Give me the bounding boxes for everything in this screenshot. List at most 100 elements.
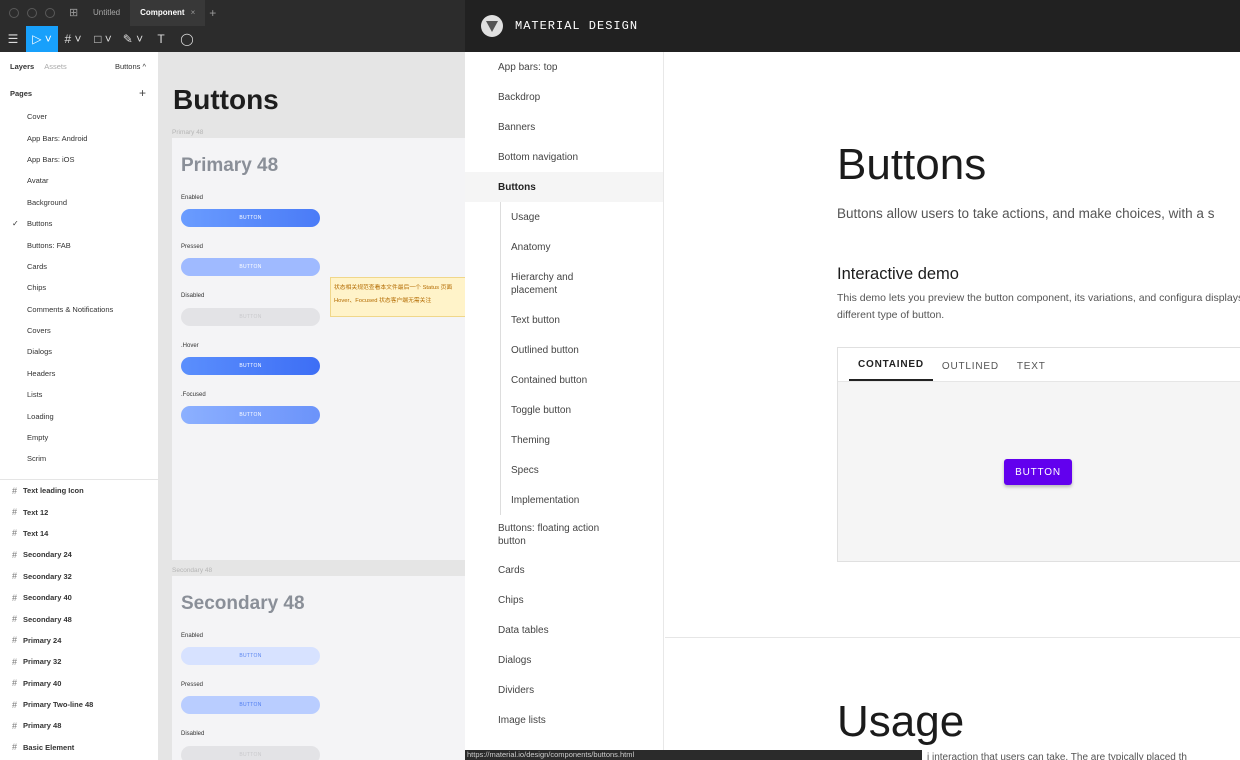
demo-contained-button[interactable]: BUTTON	[1004, 459, 1072, 485]
frame-icon: #	[12, 678, 18, 689]
tab-text[interactable]: TEXT	[1008, 347, 1055, 381]
tab-assets[interactable]: Assets	[44, 62, 67, 71]
frame-item[interactable]: # Secondary 24	[0, 544, 158, 565]
frame-item[interactable]: # Primary 24	[0, 630, 158, 651]
close-icon[interactable]: ×	[191, 8, 196, 17]
frame-label: Secondary 40	[23, 593, 72, 603]
button-enabled[interactable]: BUTTON	[181, 209, 320, 227]
page-item-loading[interactable]: Loading	[0, 405, 158, 426]
page-label: App Bars: iOS	[27, 154, 75, 164]
frame-item[interactable]: # Primary Two-line 48	[0, 694, 158, 715]
page-item-lists[interactable]: Lists	[0, 384, 158, 405]
secondary-48-frame[interactable]: Secondary 48 Enabled BUTTON Pressed BUTT…	[172, 576, 465, 760]
page-item-cover[interactable]: Cover	[0, 106, 158, 127]
nav-sub-contained-button[interactable]: Contained button	[511, 365, 663, 395]
page-item-chips[interactable]: Chips	[0, 277, 158, 298]
nav-item-banners[interactable]: Banners	[465, 112, 663, 142]
frame-name-label[interactable]: Secondary 48	[172, 567, 212, 574]
window-minimize-control[interactable]	[27, 8, 37, 18]
note-line: Hover、Focused 状态客户端无需关注	[334, 297, 432, 304]
page-item-buttons-fab[interactable]: Buttons: FAB	[0, 234, 158, 255]
figma-canvas[interactable]: Buttons Primary 48 Primary 48 Enabled BU…	[159, 52, 465, 760]
page-item-covers[interactable]: Covers	[0, 320, 158, 341]
page-item-app-bars-android[interactable]: App Bars: Android	[0, 127, 158, 148]
window-zoom-control[interactable]	[45, 8, 55, 18]
move-tool-icon[interactable]: ▷ ˅	[26, 26, 58, 52]
frame-item[interactable]: # Secondary 40	[0, 587, 158, 608]
nav-item-image-lists[interactable]: Image lists	[465, 705, 663, 735]
page-label: Headers	[27, 368, 56, 378]
primary-48-frame[interactable]: Primary 48 Enabled BUTTON Pressed BUTTON…	[172, 138, 465, 560]
frame-tool-icon[interactable]: # ˅	[58, 26, 88, 52]
nav-item-dialogs[interactable]: Dialogs	[465, 645, 663, 675]
window-close-control[interactable]	[9, 8, 19, 18]
nav-item-chips[interactable]: Chips	[465, 585, 663, 615]
figma-toolbar: ☰ ▷ ˅ # ˅ □ ˅ ✎ ˅ T ◯	[0, 26, 465, 52]
pen-tool-icon[interactable]: ✎ ˅	[118, 26, 148, 52]
frame-item[interactable]: # Primary 48	[0, 715, 158, 736]
nav-item-data-tables[interactable]: Data tables	[465, 615, 663, 645]
frame-item[interactable]: # Primary 40	[0, 673, 158, 694]
shape-tool-icon[interactable]: □ ˅	[88, 26, 118, 52]
annotation-note[interactable]: 状态相关规范查看本文件最后一个 Status 页面 Hover、Focused …	[330, 277, 465, 317]
page-item-cards[interactable]: Cards	[0, 256, 158, 277]
frame-item[interactable]: # Basic Element	[0, 737, 158, 758]
nav-sub-text-button[interactable]: Text button	[511, 305, 663, 335]
button-disabled[interactable]: BUTTON	[181, 308, 320, 326]
nav-sub-implementation[interactable]: Implementation	[511, 485, 663, 515]
tab-contained[interactable]: CONTAINED	[849, 347, 933, 381]
nav-sub-toggle-button[interactable]: Toggle button	[511, 395, 663, 425]
page-item-headers[interactable]: Headers	[0, 363, 158, 384]
frame-item[interactable]: # Primary 32	[0, 651, 158, 672]
page-label: Avatar	[27, 176, 49, 186]
nav-item-bottom-navigation[interactable]: Bottom navigation	[465, 142, 663, 172]
button-enabled[interactable]: BUTTON	[181, 647, 320, 665]
page-item-empty[interactable]: Empty	[0, 427, 158, 448]
frame-name-label[interactable]: Primary 48	[172, 129, 203, 136]
page-item-comments[interactable]: Comments & Notifications	[0, 299, 158, 320]
button-hover[interactable]: BUTTON	[181, 357, 320, 375]
button-pressed[interactable]: BUTTON	[181, 258, 320, 276]
page-selector[interactable]: Buttons ^	[115, 62, 146, 71]
button-pressed[interactable]: BUTTON	[181, 696, 320, 714]
material-logo-icon[interactable]	[481, 15, 503, 37]
menu-icon[interactable]: ☰	[0, 26, 26, 52]
brand-title[interactable]: MATERIAL DESIGN	[515, 19, 638, 33]
frame-label: Primary Two-line 48	[23, 700, 94, 710]
add-page-icon[interactable]: +	[139, 86, 146, 100]
nav-item-app-bars-top[interactable]: App bars: top	[465, 52, 663, 82]
text-tool-icon[interactable]: T	[148, 26, 174, 52]
tab-layers[interactable]: Layers	[10, 62, 34, 71]
nav-item-cards[interactable]: Cards	[465, 555, 663, 585]
nav-item-dividers[interactable]: Dividers	[465, 675, 663, 705]
nav-sub-anatomy[interactable]: Anatomy	[511, 232, 663, 262]
page-item-buttons[interactable]: ✓ Buttons	[0, 213, 158, 234]
nav-sub-outlined-button[interactable]: Outlined button	[511, 335, 663, 365]
nav-item-backdrop[interactable]: Backdrop	[465, 82, 663, 112]
nav-item-buttons[interactable]: Buttons	[465, 172, 663, 202]
page-item-scrim[interactable]: Scrim	[0, 448, 158, 469]
tab-untitled[interactable]: Untitled	[83, 0, 130, 26]
tab-component[interactable]: Component ×	[130, 0, 206, 26]
frame-item[interactable]: # Text 14	[0, 523, 158, 544]
new-tab-icon[interactable]: +	[209, 6, 216, 20]
button-focused[interactable]: BUTTON	[181, 406, 320, 424]
page-item-dialogs[interactable]: Dialogs	[0, 341, 158, 362]
nav-sub-theming[interactable]: Theming	[511, 425, 663, 455]
frame-item[interactable]: # Secondary 32	[0, 566, 158, 587]
frame-title: Secondary 48	[181, 593, 305, 614]
grid-icon[interactable]: ⊞	[69, 6, 83, 20]
frame-item[interactable]: # Text leading Icon	[0, 480, 158, 501]
nav-item-fab[interactable]: Buttons: floating action button	[465, 515, 663, 555]
button-disabled[interactable]: BUTTON	[181, 746, 320, 760]
frame-item[interactable]: # Secondary 48	[0, 608, 158, 629]
page-item-app-bars-ios[interactable]: App Bars: iOS	[0, 149, 158, 170]
frame-item[interactable]: # Text 12	[0, 501, 158, 522]
comment-tool-icon[interactable]: ◯	[174, 26, 200, 52]
page-item-avatar[interactable]: Avatar	[0, 170, 158, 191]
page-item-background[interactable]: Background	[0, 192, 158, 213]
tab-outlined[interactable]: OUTLINED	[933, 347, 1008, 381]
nav-sub-usage[interactable]: Usage	[511, 202, 663, 232]
nav-sub-specs[interactable]: Specs	[511, 455, 663, 485]
nav-sub-hierarchy[interactable]: Hierarchy and placement	[511, 262, 663, 305]
